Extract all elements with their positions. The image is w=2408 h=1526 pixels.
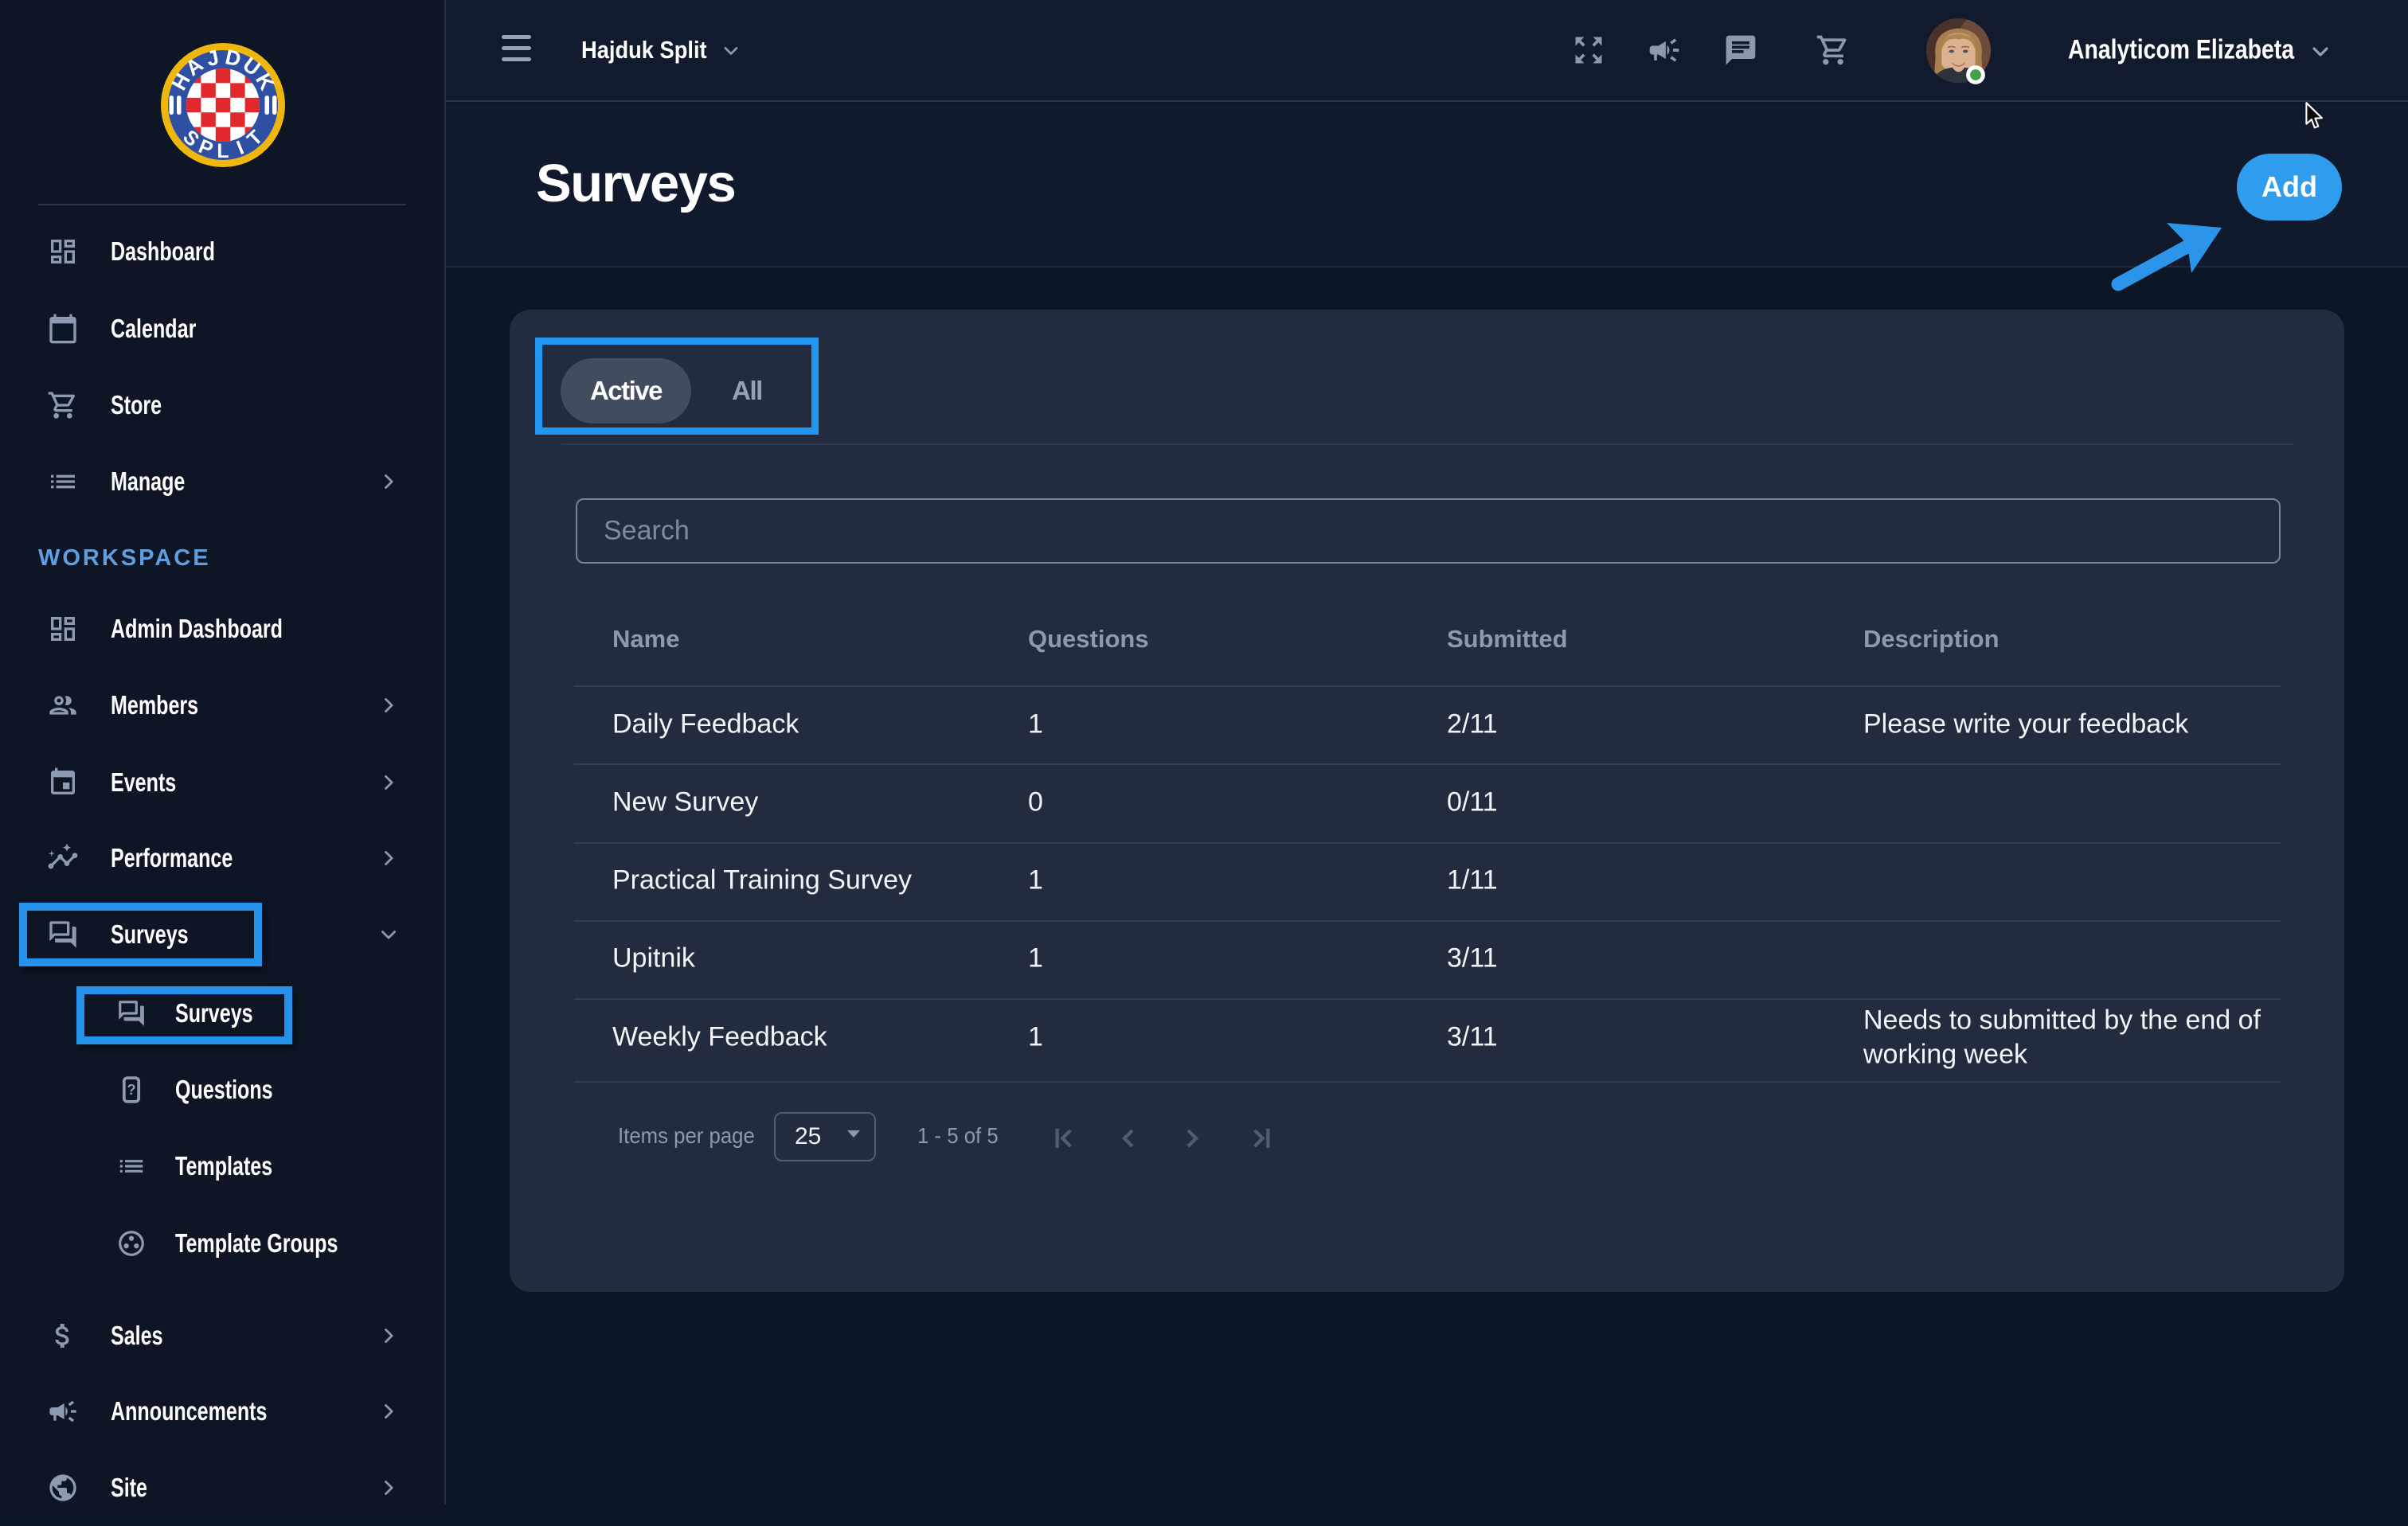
svg-text:L: L: [217, 140, 229, 162]
svg-text:?: ?: [127, 1082, 135, 1098]
